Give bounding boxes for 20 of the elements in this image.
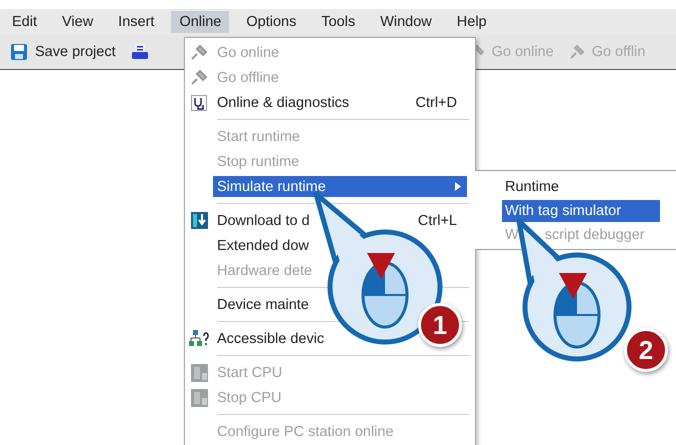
submenu-option[interactable]: Runtime [475,176,559,198]
menu-option[interactable]: Online & diagnostics [213,92,350,113]
menu-item[interactable]: Tools [313,11,364,33]
menu-item[interactable]: Insert [110,11,162,33]
menu-item[interactable]: Window [372,11,440,33]
menu-item[interactable]: Options [238,11,304,33]
menu-item[interactable]: Online [171,11,230,33]
menu-option[interactable]: Download to d [213,210,310,231]
menu-item[interactable]: View [54,11,102,33]
save-project-button[interactable]: Save project [33,42,118,62]
step-badge: 2 [624,328,668,372]
menu-option[interactable]: Device mainte [213,294,309,315]
menu-option[interactable]: Extended dow [213,235,309,256]
shortcut-text: Ctrl+L [418,212,457,228]
menu-item[interactable]: Help [448,11,495,33]
menu-option[interactable]: Simulate runtime [213,176,467,197]
menu-option[interactable]: Accessible devic [213,328,324,349]
shortcut-text: Ctrl+D [416,94,457,110]
submenu-option[interactable]: With tag simulator [502,200,660,222]
menu-item[interactable]: Edit [4,11,45,33]
